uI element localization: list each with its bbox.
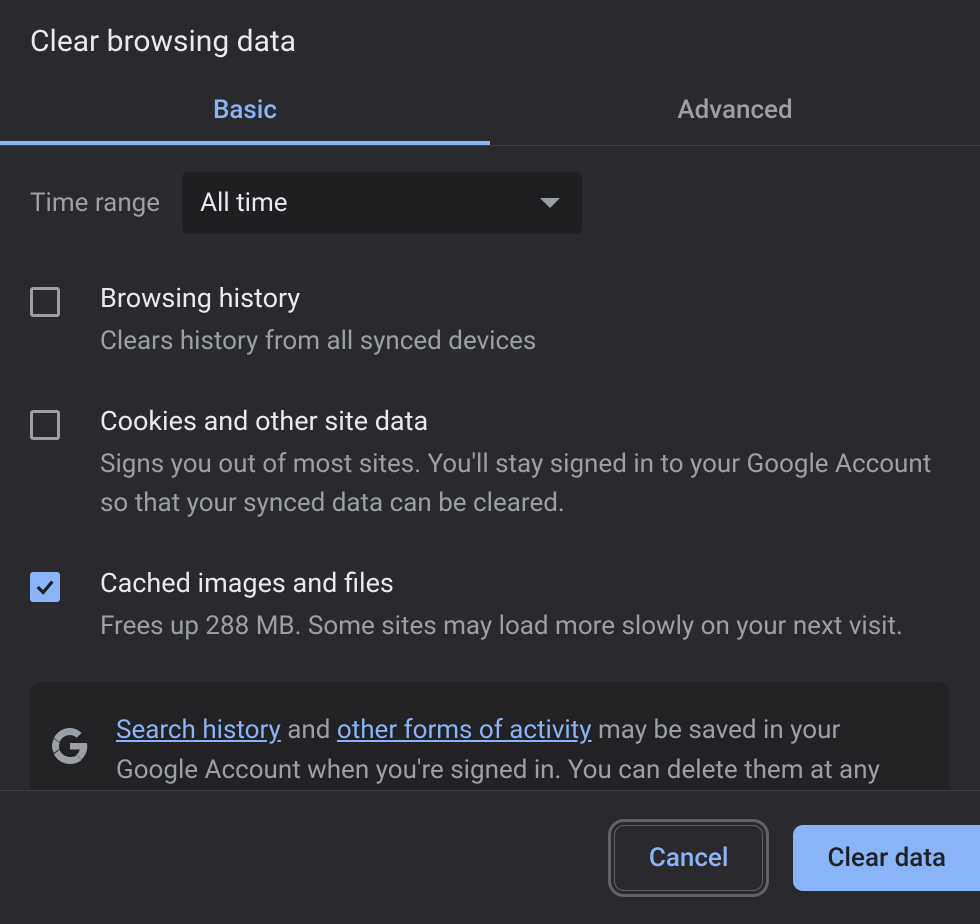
checkbox-browsing-history[interactable] [30,287,60,317]
clear-browsing-data-dialog: Clear browsing data Basic Advanced Time … [0,0,980,924]
info-text: Search history and other forms of activi… [116,710,928,791]
option-title: Cookies and other site data [100,405,950,437]
other-activity-link[interactable]: other forms of activity [337,715,592,745]
option-cached: Cached images and files Frees up 288 MB.… [0,545,980,668]
cancel-button[interactable]: Cancel [614,825,764,891]
option-desc: Signs you out of most sites. You'll stay… [100,445,950,523]
option-title: Browsing history [100,282,950,314]
option-title: Cached images and files [100,567,950,599]
google-g-icon [52,728,88,764]
check-icon [34,576,56,598]
dialog-footer: Cancel Clear data [0,790,980,924]
option-desc: Frees up 288 MB. Some sites may load mor… [100,607,950,646]
option-cookies: Cookies and other site data Signs you ou… [0,383,980,545]
dialog-title: Clear browsing data [0,0,980,81]
time-range-row: Time range All time [0,146,980,260]
option-browsing-history: Browsing history Clears history from all… [0,260,980,383]
option-desc: Clears history from all synced devices [100,322,950,361]
time-range-label: Time range [30,188,160,218]
tab-basic[interactable]: Basic [0,81,490,145]
checkbox-cached[interactable] [30,572,60,602]
checkbox-cookies[interactable] [30,410,60,440]
time-range-value: All time [200,188,287,218]
tab-advanced[interactable]: Advanced [490,81,980,145]
search-history-link[interactable]: Search history [116,715,281,745]
chevron-down-icon [540,198,560,208]
time-range-select[interactable]: All time [182,172,582,234]
tabs: Basic Advanced [0,81,980,146]
clear-data-button[interactable]: Clear data [793,825,980,891]
